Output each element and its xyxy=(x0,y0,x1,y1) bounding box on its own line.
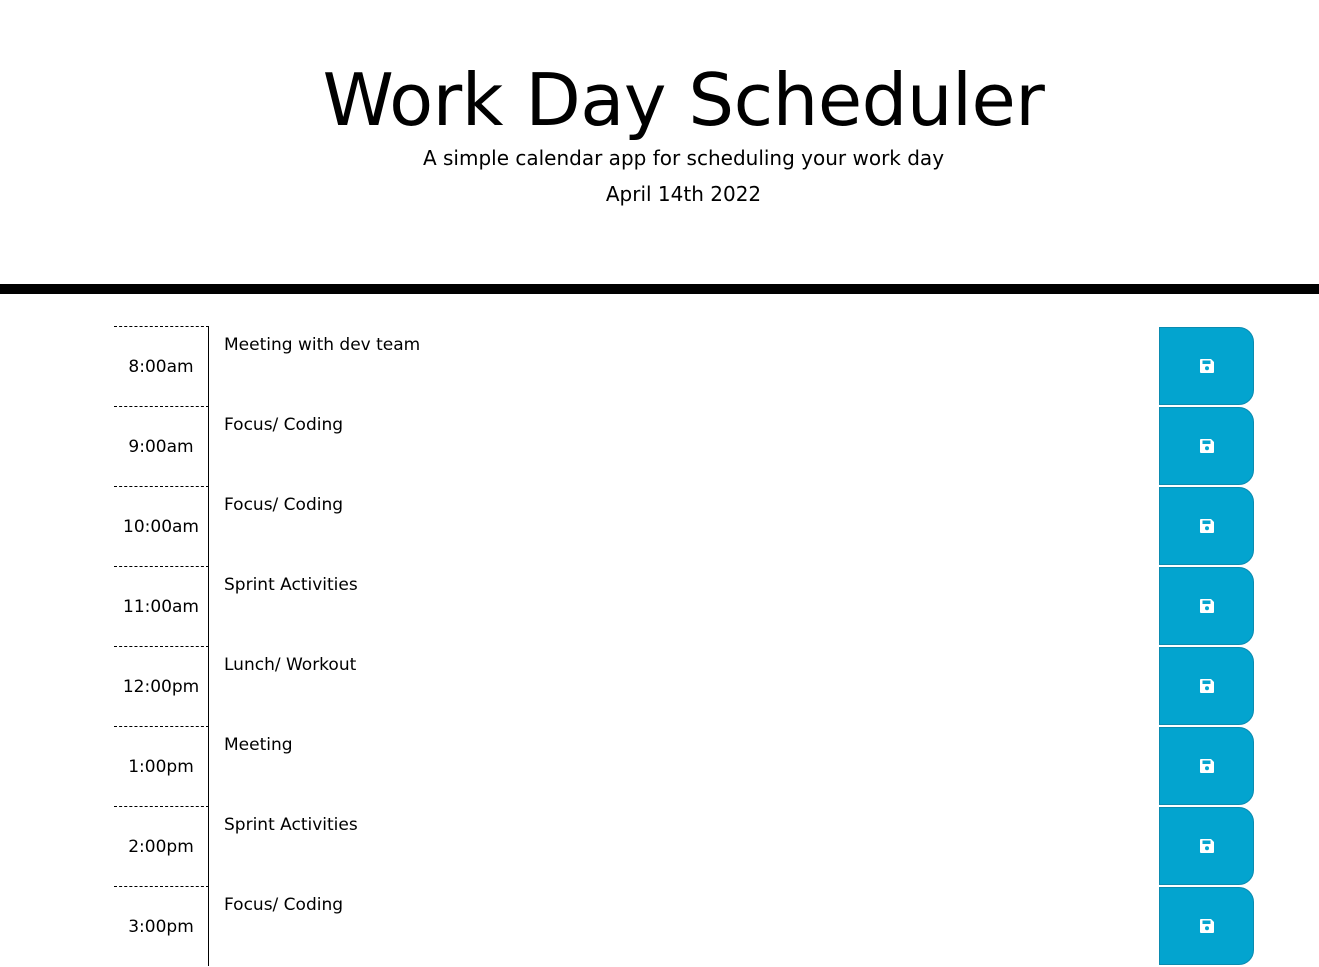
time-block: 8:00am Meeting with dev team xyxy=(114,326,1254,406)
event-description-input[interactable]: Meeting with dev team xyxy=(210,326,1159,406)
event-description-input[interactable]: Lunch/ Workout xyxy=(210,646,1159,726)
time-block: 10:00am Focus/ Coding xyxy=(114,486,1254,566)
hour-label: 12:00pm xyxy=(114,646,209,726)
hour-label: 2:00pm xyxy=(114,806,209,886)
event-description-input[interactable]: Focus/ Coding xyxy=(210,886,1159,966)
current-date: April 14th 2022 xyxy=(605,182,762,206)
save-icon xyxy=(1199,439,1214,453)
save-icon xyxy=(1199,919,1214,933)
save-icon xyxy=(1199,519,1214,533)
hour-label: 9:00am xyxy=(114,406,209,486)
save-icon xyxy=(1199,839,1214,853)
hour-label: 1:00pm xyxy=(114,726,209,806)
hour-label: 10:00am xyxy=(114,486,209,566)
time-block: 12:00pm Lunch/ Workout xyxy=(114,646,1254,726)
hour-label: 11:00am xyxy=(114,566,209,646)
save-button[interactable] xyxy=(1159,327,1254,405)
save-icon xyxy=(1199,599,1214,613)
time-block: 9:00am Focus/ Coding xyxy=(114,406,1254,486)
page-subtitle: A simple calendar app for scheduling you… xyxy=(422,146,945,170)
save-button[interactable] xyxy=(1159,407,1254,485)
page-title: Work Day Scheduler xyxy=(322,58,1045,142)
time-block: 3:00pm Focus/ Coding xyxy=(114,886,1254,966)
event-description-input[interactable]: Sprint Activities xyxy=(210,806,1159,886)
save-button[interactable] xyxy=(1159,567,1254,645)
save-button[interactable] xyxy=(1159,647,1254,725)
event-description-input[interactable]: Focus/ Coding xyxy=(210,406,1159,486)
event-description-input[interactable]: Sprint Activities xyxy=(210,566,1159,646)
header: Work Day Scheduler A simple calendar app… xyxy=(0,0,1319,284)
event-description-input[interactable]: Meeting xyxy=(210,726,1159,806)
schedule: 8:00am Meeting with dev team 9:00am Focu… xyxy=(114,326,1254,966)
time-block: 2:00pm Sprint Activities xyxy=(114,806,1254,886)
hour-label: 3:00pm xyxy=(114,886,209,966)
save-button[interactable] xyxy=(1159,807,1254,885)
time-block: 1:00pm Meeting xyxy=(114,726,1254,806)
event-description-input[interactable]: Focus/ Coding xyxy=(210,486,1159,566)
save-button[interactable] xyxy=(1159,887,1254,965)
save-icon xyxy=(1199,759,1214,773)
save-icon xyxy=(1199,359,1214,373)
time-block: 11:00am Sprint Activities xyxy=(114,566,1254,646)
save-button[interactable] xyxy=(1159,727,1254,805)
save-icon xyxy=(1199,679,1214,693)
save-button[interactable] xyxy=(1159,487,1254,565)
header-divider xyxy=(0,284,1319,294)
hour-label: 8:00am xyxy=(114,326,209,406)
